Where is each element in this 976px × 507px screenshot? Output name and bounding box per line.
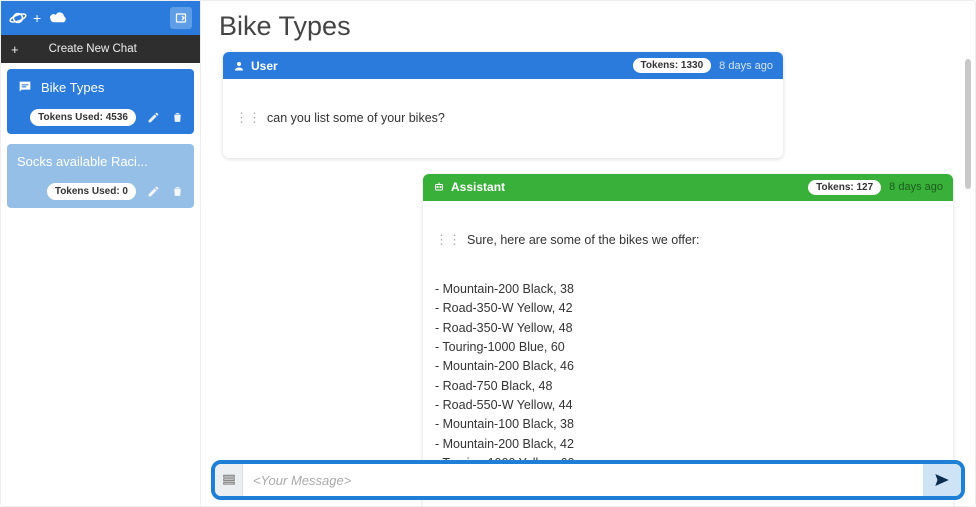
page-title: Bike Types	[201, 1, 975, 46]
assistant-icon	[433, 181, 445, 193]
collapse-sidebar-button[interactable]	[170, 7, 192, 29]
planet-icon	[9, 9, 27, 27]
message-header-left: User	[233, 59, 278, 73]
chat-icon	[17, 79, 33, 95]
conversation-title-row: Bike Types	[17, 79, 184, 95]
message-assistant: Assistant Tokens: 127 8 days ago ⋮⋮ Sure…	[423, 174, 953, 506]
message-user: User Tokens: 1330 8 days ago ⋮⋮ can you …	[223, 52, 783, 158]
main-panel: Bike Types User Tokens: 1330 8 days ago	[201, 1, 975, 506]
message-header-right: Tokens: 127 8 days ago	[808, 180, 943, 195]
delete-conversation-button[interactable]	[170, 111, 184, 125]
message-time-ago: 8 days ago	[719, 60, 773, 72]
create-new-chat-button[interactable]: + Create New Chat	[1, 35, 200, 63]
conversation-item[interactable]: Socks available Raci... Tokens Used: 0	[7, 144, 194, 208]
tokens-used-badge: Tokens Used: 4536	[30, 109, 136, 126]
sidebar: + + Create New Chat	[1, 1, 201, 506]
delete-conversation-button[interactable]	[170, 185, 184, 199]
message-time-ago: 8 days ago	[889, 181, 943, 193]
message-header-right: Tokens: 1330 8 days ago	[633, 58, 773, 73]
scrollbar[interactable]	[965, 59, 971, 189]
conversation-meta-row: Tokens Used: 0	[17, 183, 184, 200]
sidebar-header: +	[1, 1, 200, 35]
user-icon	[233, 60, 245, 72]
plus-icon: +	[11, 42, 19, 57]
message-tokens-badge: Tokens: 127	[808, 180, 881, 195]
message-tokens-badge: Tokens: 1330	[633, 58, 712, 73]
message-text: can you list some of your bikes?	[267, 109, 445, 128]
conversation-list: Bike Types Tokens Used: 4536 Socks avail…	[1, 63, 200, 214]
conversation-title-row: Socks available Raci...	[17, 154, 184, 169]
send-button[interactable]	[923, 464, 961, 496]
composer-options-button[interactable]	[215, 464, 243, 496]
conversation-meta-row: Tokens Used: 4536	[17, 109, 184, 126]
sidebar-header-left: +	[9, 9, 69, 27]
conversation-title: Bike Types	[41, 80, 104, 95]
chat-scroll-area[interactable]: User Tokens: 1330 8 days ago ⋮⋮ can you …	[201, 46, 975, 506]
message-body: ⋮⋮ can you list some of your bikes?	[223, 79, 783, 158]
drag-handle-icon[interactable]: ⋮⋮	[435, 230, 461, 250]
app-root: + + Create New Chat	[1, 1, 975, 506]
message-role-label: User	[251, 59, 278, 73]
message-list: - Mountain-200 Black, 38 - Road-350-W Ye…	[435, 280, 941, 474]
message-header: Assistant Tokens: 127 8 days ago	[423, 174, 953, 201]
edit-conversation-button[interactable]	[146, 185, 160, 199]
message-input[interactable]	[243, 464, 923, 496]
plus-icon: +	[33, 10, 41, 26]
create-new-chat-label: Create New Chat	[49, 43, 137, 55]
conversation-item[interactable]: Bike Types Tokens Used: 4536	[7, 69, 194, 134]
edit-conversation-button[interactable]	[146, 111, 160, 125]
drag-handle-icon[interactable]: ⋮⋮	[235, 108, 261, 128]
composer	[211, 460, 965, 500]
message-intro: Sure, here are some of the bikes we offe…	[467, 231, 700, 250]
ai-cloud-icon	[47, 10, 69, 26]
conversation-title: Socks available Raci...	[17, 154, 148, 169]
tokens-used-badge: Tokens Used: 0	[47, 183, 136, 200]
message-header-left: Assistant	[433, 180, 505, 194]
message-outro: Please note that these are just a few ex…	[435, 505, 941, 506]
message-role-label: Assistant	[451, 180, 505, 194]
message-header: User Tokens: 1330 8 days ago	[223, 52, 783, 79]
